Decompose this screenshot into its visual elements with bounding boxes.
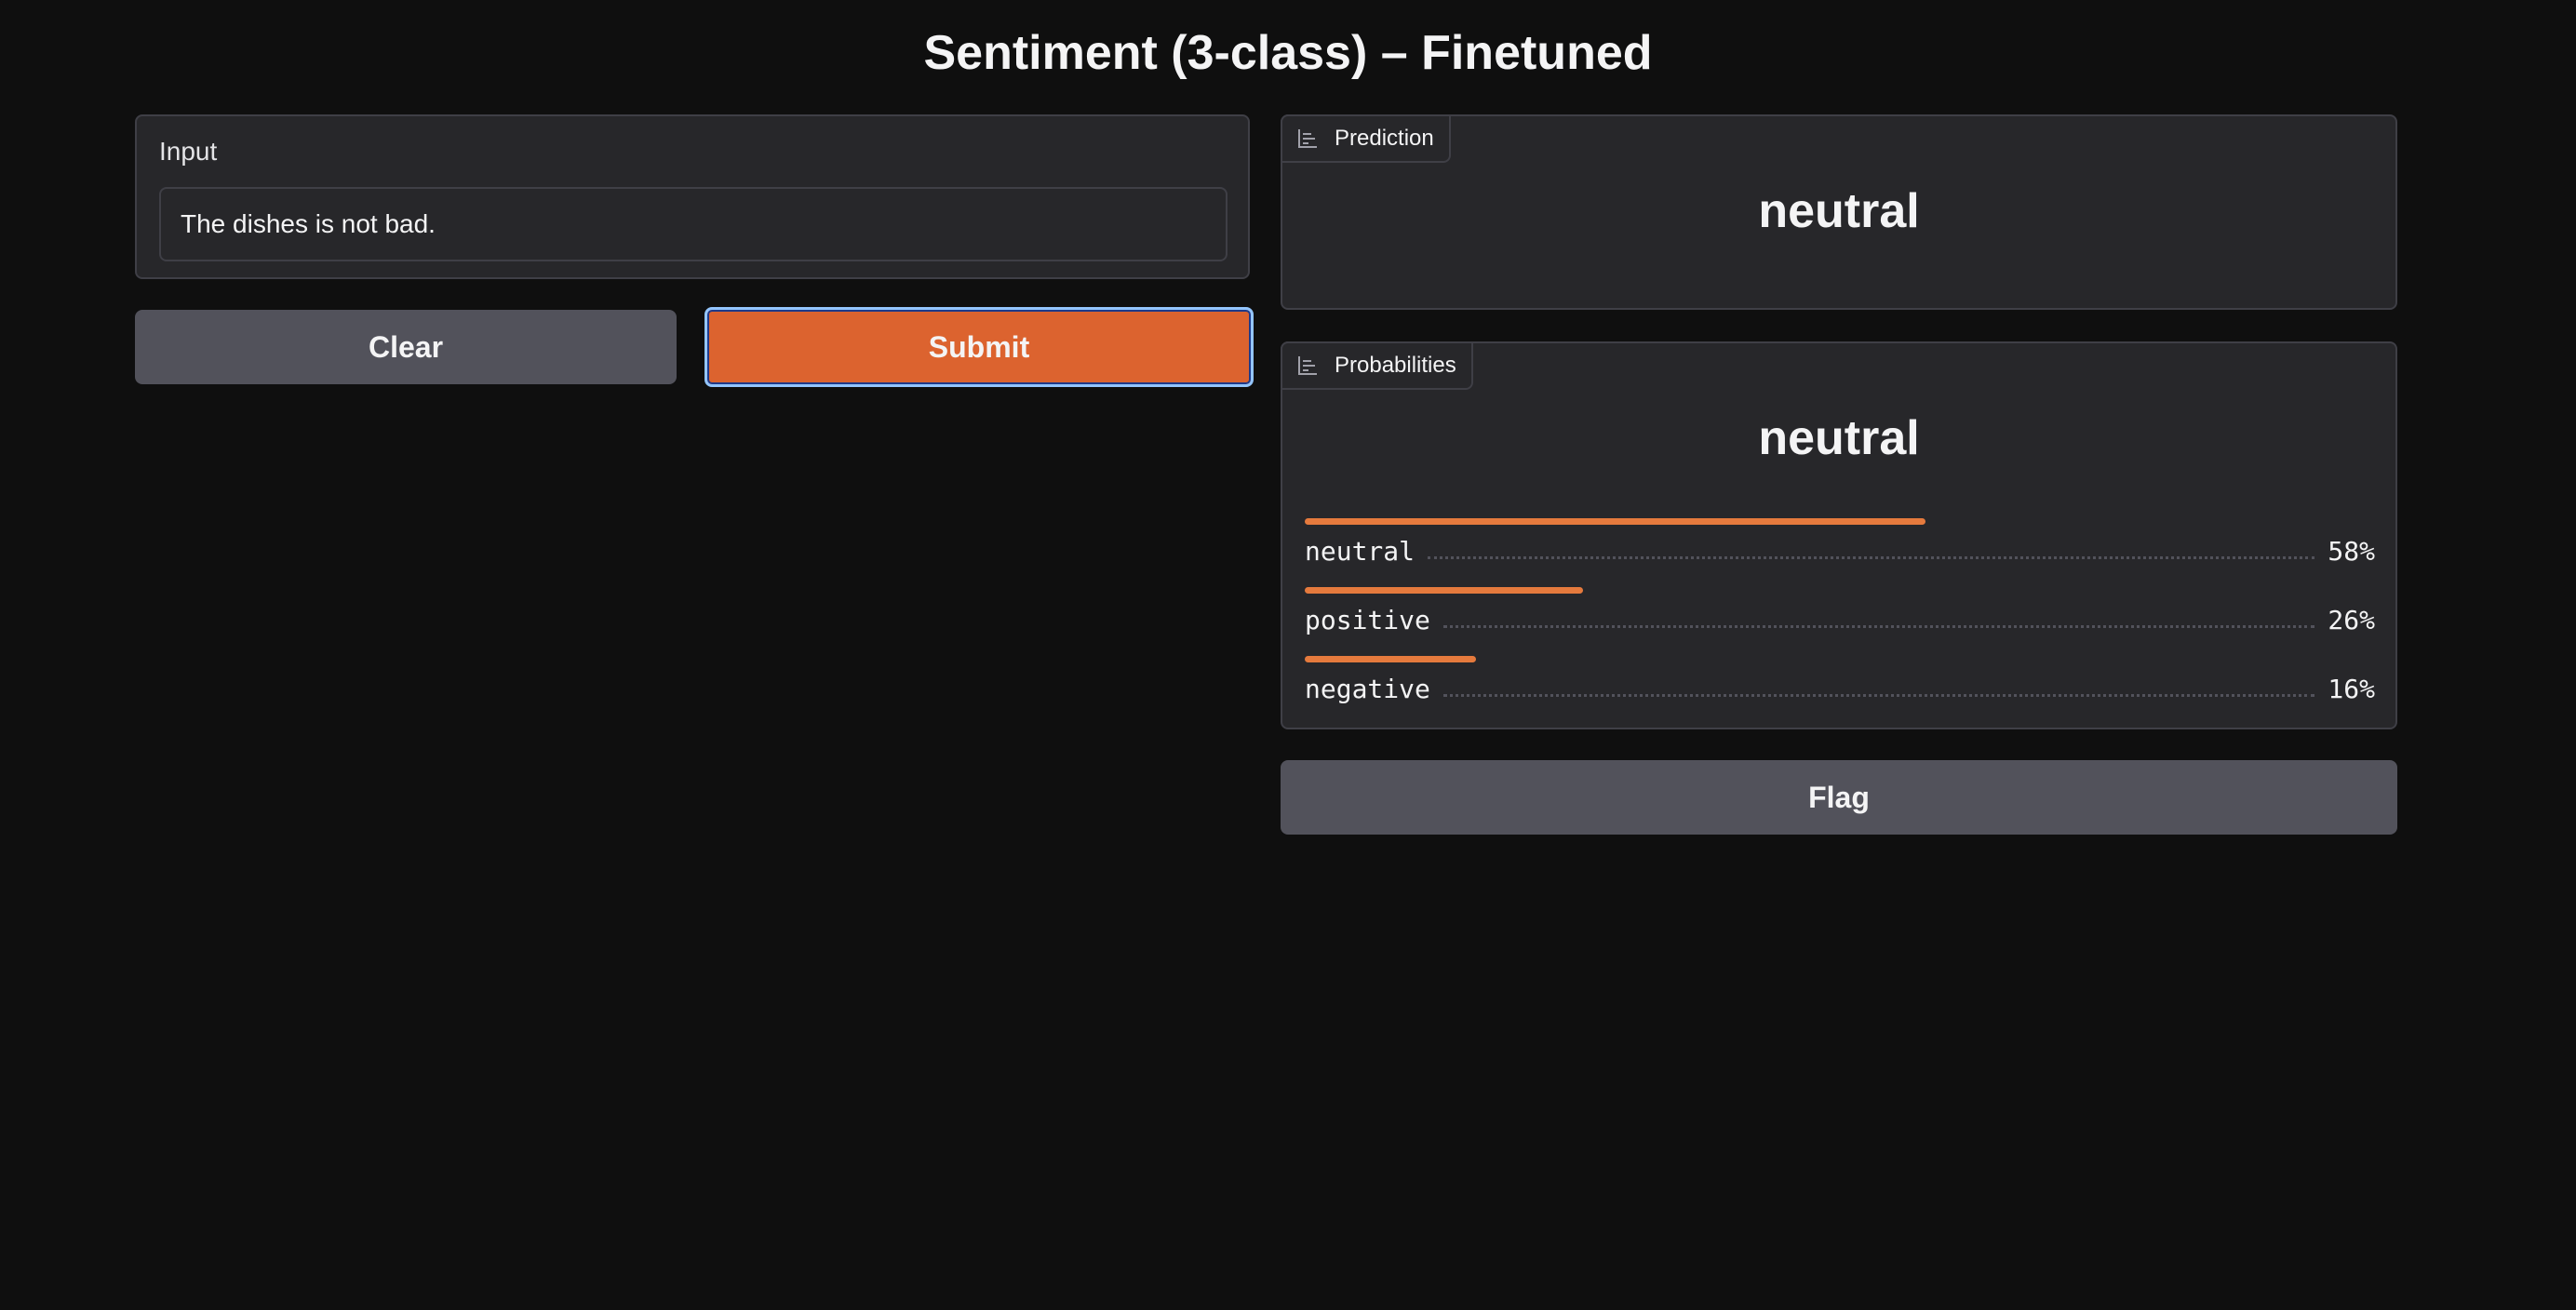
confidence-percent: 26% [2328, 605, 2375, 635]
confidence-row: negative 16% [1305, 656, 2375, 704]
confidence-percent: 16% [2328, 674, 2375, 704]
confidence-label: negative [1305, 674, 1430, 704]
prediction-value: neutral [1758, 184, 1920, 238]
bar-chart-icon [1297, 355, 1318, 376]
input-block: Input [135, 114, 1250, 279]
confidence-label: positive [1305, 605, 1430, 635]
confidence-label: neutral [1305, 536, 1415, 567]
confidence-leader-dots [1428, 556, 2315, 559]
probabilities-tab-label: Probabilities [1281, 341, 1473, 390]
confidence-leader-dots [1442, 694, 2315, 697]
probabilities-tab-text: Probabilities [1335, 353, 1456, 378]
app-root: Sentiment (3-class) – Finetuned Input Cl… [0, 0, 2576, 1310]
prediction-tab-label: Prediction [1281, 114, 1451, 163]
clear-button[interactable]: Clear [135, 310, 677, 384]
confidence-percent: 58% [2328, 536, 2375, 567]
input-textbox[interactable] [159, 187, 1228, 261]
page-title: Sentiment (3-class) – Finetuned [923, 26, 1653, 80]
probabilities-top-label: neutral [1758, 411, 1920, 465]
confidence-bar [1305, 656, 1476, 662]
prediction-block: Prediction neutral [1281, 114, 2397, 310]
bar-chart-icon [1297, 128, 1318, 149]
flag-button[interactable]: Flag [1281, 760, 2397, 835]
input-label: Input [159, 137, 218, 166]
confidence-bar [1305, 518, 1925, 525]
prediction-tab-text: Prediction [1335, 126, 1434, 151]
confidence-row: neutral 58% [1305, 518, 2375, 567]
confidence-bar [1305, 587, 1583, 594]
confidence-leader-dots [1442, 625, 2315, 628]
probabilities-block: Probabilities neutral neutral 58% positi… [1281, 341, 2397, 729]
submit-button[interactable]: Submit [704, 307, 1254, 387]
confidence-row: positive 26% [1305, 587, 2375, 635]
